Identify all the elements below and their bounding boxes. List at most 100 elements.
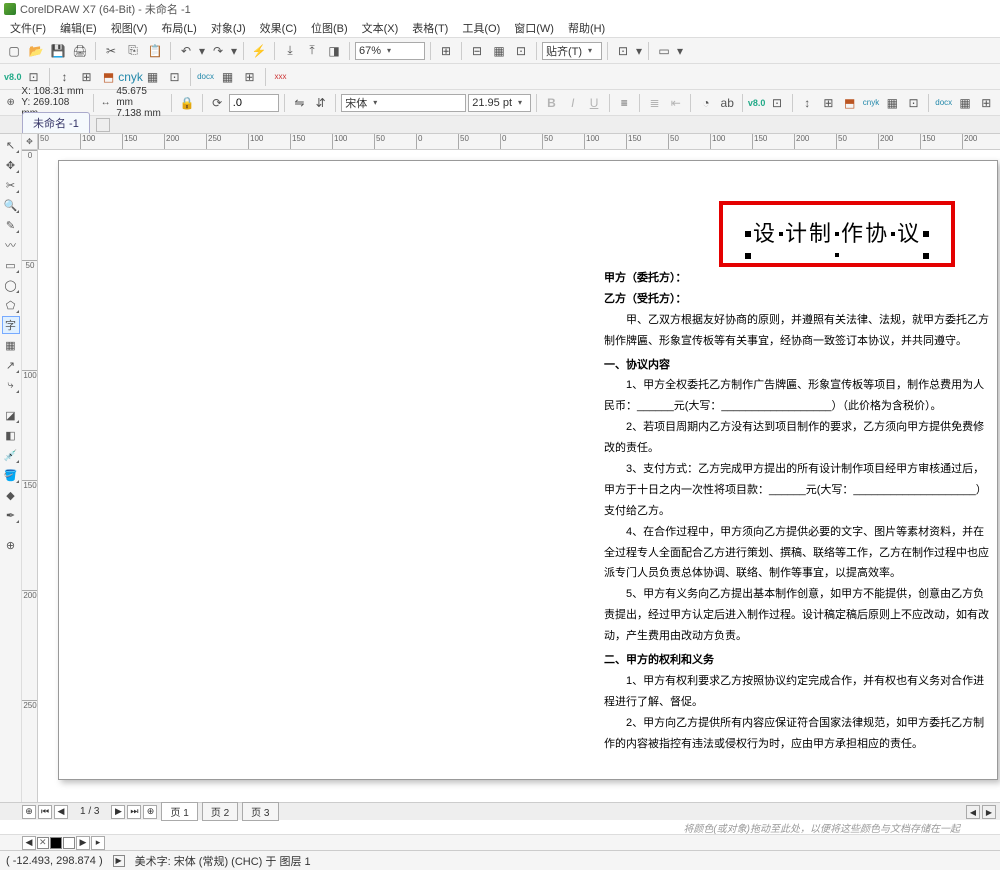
text-tool[interactable]: 字 [2,316,20,334]
list-button[interactable]: ≣ [645,93,664,113]
last-page-button[interactable]: ⏭ [127,805,141,819]
indent-button[interactable]: ⇤ [666,93,685,113]
page-tab-1[interactable]: 页 1 [161,802,197,821]
menu-help[interactable]: 帮助(H) [562,18,611,38]
font-dropdown[interactable]: 宋体 [341,94,466,112]
fill-tool[interactable]: 🪣 [2,466,20,484]
print-button[interactable]: 🖨 [70,41,90,61]
hscroll-right-button[interactable]: ▶ [982,805,996,819]
guides-button[interactable]: ⊡ [511,41,531,61]
shape-tool[interactable]: ✥ [2,156,20,174]
no-fill-swatch[interactable] [37,837,49,849]
macro-btn-2[interactable]: ↕ [55,67,75,87]
add-tab-button[interactable] [96,118,110,132]
prev-page-button[interactable]: ◀ [54,805,68,819]
selection-handle[interactable] [835,232,839,236]
eyedropper-tool[interactable]: 💉 [2,446,20,464]
menu-table[interactable]: 表格(T) [406,18,454,38]
selection-handle[interactable] [745,231,751,237]
macro-btn-7[interactable]: ⊡ [165,67,185,87]
undo-dropdown[interactable]: ▾ [198,41,206,61]
color-swatch[interactable] [63,837,75,849]
launch-button[interactable]: ▭ [654,41,674,61]
macro-btn-9[interactable]: ▦ [218,67,238,87]
play-macro-button[interactable]: ▶ [113,855,125,867]
menu-window[interactable]: 窗口(W) [508,18,560,38]
menu-view[interactable]: 视图(V) [105,18,154,38]
doc-title-text[interactable]: 设 计 制 作 协 议 [743,213,931,255]
crop-tool[interactable]: ✂ [2,176,20,194]
x-value[interactable]: 108.31 mm [34,86,84,97]
menu-layout[interactable]: 布局(L) [155,18,202,38]
macro-btn-11[interactable]: xxx [271,67,291,87]
paste-button[interactable]: 📋 [145,41,165,61]
palette-menu-button[interactable]: ▸ [91,836,105,850]
palette-next-button[interactable]: ▶ [76,836,90,850]
table-tool[interactable]: ▦ [2,336,20,354]
undo-button[interactable]: ↶ [176,41,196,61]
connector-tool[interactable]: ⤷ [2,376,20,394]
macro-btn-4[interactable]: ⬒ [99,67,119,87]
mirror-h-button[interactable]: ⇋ [290,93,309,113]
save-button[interactable]: 💾 [48,41,68,61]
search-button[interactable]: ⚡ [249,41,269,61]
pb-btn-9[interactable]: ▦ [955,93,974,113]
polygon-tool[interactable]: ⬠ [2,296,20,314]
artistic-tool[interactable]: 〰 [2,236,20,254]
dropshadow-tool[interactable]: ◪ [2,406,20,424]
smartfill-tool[interactable]: ◆ [2,486,20,504]
macro-btn-10[interactable]: ⊞ [240,67,260,87]
macro-btn-6[interactable]: ▦ [143,67,163,87]
open-button[interactable]: 📂 [26,41,46,61]
macro-btn-1[interactable]: ⊡ [24,67,44,87]
new-button[interactable]: ▢ [4,41,24,61]
doc-tab-1[interactable]: 未命名 -1 [22,112,90,133]
pb-btn-4[interactable]: ⬒ [840,93,859,113]
rulers-button[interactable]: ⊟ [467,41,487,61]
add-page-after-button[interactable]: ⊕ [143,805,157,819]
text-direction-button[interactable]: ab [718,93,737,113]
selection-handle[interactable] [835,253,839,257]
zoom-dropdown[interactable]: 67% [355,42,425,60]
pb-btn-10[interactable]: ⊞ [977,93,996,113]
macro-btn-5[interactable]: cnyk [121,67,141,87]
copy-button[interactable]: ⎘ [123,41,143,61]
pb-btn-6[interactable]: ▦ [883,93,902,113]
width-value[interactable]: 45.675 mm [116,86,164,108]
fontsize-dropdown[interactable]: 21.95 pt [468,94,531,112]
snap-dropdown[interactable]: 贴齐(T) [542,42,602,60]
italic-button[interactable]: I [563,93,582,113]
pb-btn-2[interactable]: ↕ [798,93,817,113]
pb-btn-5[interactable]: cnyk [861,93,880,113]
selection-handle[interactable] [779,232,783,236]
page-tab-2[interactable]: 页 2 [202,802,238,821]
mirror-v-button[interactable]: ⇵ [311,93,330,113]
add-page-button[interactable]: ⊕ [22,805,36,819]
macro-btn-3[interactable]: ⊞ [77,67,97,87]
import-button[interactable]: ⤓ [280,41,300,61]
selection-handle[interactable] [745,253,751,259]
publish-button[interactable]: ◨ [324,41,344,61]
cut-button[interactable]: ✂ [101,41,121,61]
transparency-tool[interactable]: ◧ [2,426,20,444]
color-swatch[interactable] [50,837,62,849]
grid-button[interactable]: ▦ [489,41,509,61]
dimension-tool[interactable]: ↗ [2,356,20,374]
macro-btn-8[interactable]: docx [196,67,216,87]
lock-ratio-button[interactable]: 🔒 [177,93,196,113]
menu-bitmaps[interactable]: 位图(B) [305,18,354,38]
menu-tools[interactable]: 工具(O) [456,18,506,38]
ellipse-tool[interactable]: ◯ [2,276,20,294]
bold-button[interactable]: B [542,93,561,113]
options-button[interactable]: ⊡ [613,41,633,61]
palette-prev-button[interactable]: ◀ [22,836,36,850]
selected-text-object[interactable]: 设 计 制 作 协 议 [719,201,955,267]
rotation-input[interactable] [229,94,279,112]
ruler-origin[interactable]: ✥ [22,134,38,150]
text-align-button[interactable]: ≡ [615,93,634,113]
height-value[interactable]: 7.138 mm [116,108,164,119]
ruler-vertical[interactable]: 050100150200250 [22,150,38,802]
selection-handle[interactable] [891,232,895,236]
launch-dropdown[interactable]: ▾ [676,41,684,61]
first-page-button[interactable]: ⏮ [38,805,52,819]
